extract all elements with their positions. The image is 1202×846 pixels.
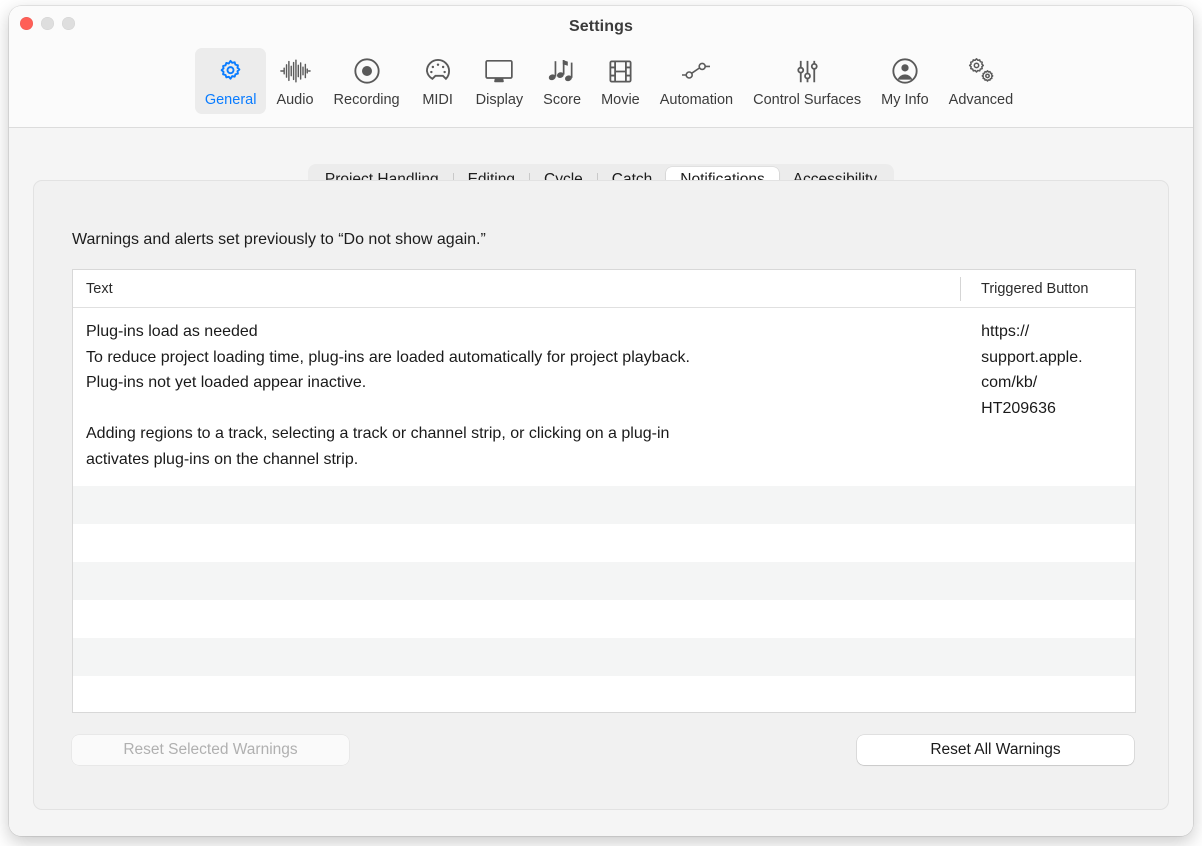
table-header: Text Triggered Button <box>73 270 1135 308</box>
music-notes-icon <box>547 55 577 87</box>
person-circle-icon <box>891 55 919 87</box>
sliders-icon <box>794 55 821 87</box>
table-body: Plug-ins load as needed To reduce projec… <box>73 308 1135 712</box>
toolbar-item-display[interactable]: Display <box>466 48 534 114</box>
toolbar-label-automation: Automation <box>659 92 734 108</box>
reset-all-warnings-button[interactable]: Reset All Warnings <box>857 735 1134 765</box>
column-divider[interactable] <box>960 277 961 301</box>
table-row-empty[interactable] <box>73 524 1135 562</box>
toolbar-item-recording[interactable]: Recording <box>324 48 410 114</box>
warnings-table: Text Triggered Button Plug-ins load as n… <box>72 269 1136 713</box>
toolbar-item-control-surfaces[interactable]: Control Surfaces <box>743 48 871 114</box>
table-row-empty[interactable] <box>73 486 1135 524</box>
waveform-icon <box>279 55 311 87</box>
toolbar-label-control-surfaces: Control Surfaces <box>753 92 862 108</box>
table-row[interactable]: Plug-ins load as needed To reduce projec… <box>73 308 1135 486</box>
window-title: Settings <box>569 18 633 35</box>
toolbar-label-score: Score <box>543 92 582 108</box>
node-graph-icon <box>680 55 712 87</box>
reset-selected-warnings-button[interactable]: Reset Selected Warnings <box>72 735 349 765</box>
toolbar-item-audio[interactable]: Audio <box>266 48 323 114</box>
toolbar-item-score[interactable]: Score <box>533 48 591 114</box>
cell-warning-text: Plug-ins load as needed To reduce projec… <box>86 323 690 468</box>
table-row-empty[interactable] <box>73 600 1135 638</box>
settings-body: Project Handling Editing Cycle Catch Not… <box>9 128 1193 836</box>
title-bar: Settings General Audio Recording MIDI Di… <box>9 6 1193 128</box>
toolbar-item-automation[interactable]: Automation <box>650 48 743 114</box>
toolbar-label-advanced: Advanced <box>948 92 1014 108</box>
panel-caption: Warnings and alerts set previously to “D… <box>72 231 486 248</box>
column-header-text[interactable]: Text <box>86 270 113 308</box>
toolbar-label-audio: Audio <box>276 92 314 108</box>
toolbar-label-movie: Movie <box>601 92 640 108</box>
table-row-empty[interactable] <box>73 562 1135 600</box>
toolbar-label-my-info: My Info <box>881 92 929 108</box>
cell-triggered-button: https:// support.apple. com/kb/ HT209636 <box>981 323 1083 417</box>
midi-connector-icon <box>424 55 452 87</box>
table-row-empty[interactable] <box>73 676 1135 712</box>
record-circle-icon <box>353 55 381 87</box>
double-gear-icon <box>966 55 996 87</box>
toolbar-label-display: Display <box>475 92 524 108</box>
toolbar-label-midi: MIDI <box>422 92 453 108</box>
toolbar-item-advanced[interactable]: Advanced <box>939 48 1024 114</box>
toolbar-label-general: General <box>204 92 257 108</box>
toolbar-label-midi-recording: Recording <box>333 92 400 108</box>
toolbar-item-my-info[interactable]: My Info <box>871 48 939 114</box>
gear-icon <box>217 55 244 87</box>
table-row-empty[interactable] <box>73 638 1135 676</box>
column-header-triggered-button[interactable]: Triggered Button <box>981 270 1088 308</box>
toolbar-item-midi[interactable]: MIDI <box>410 48 466 114</box>
notifications-panel: Warnings and alerts set previously to “D… <box>33 180 1169 810</box>
monitor-icon <box>484 55 514 87</box>
toolbar-item-movie[interactable]: Movie <box>591 48 650 114</box>
film-strip-icon <box>607 55 634 87</box>
settings-window: Settings General Audio Recording MIDI Di… <box>9 6 1193 836</box>
toolbar-item-general[interactable]: General <box>194 48 267 114</box>
toolbar: General Audio Recording MIDI Display Sco… <box>9 48 1193 124</box>
